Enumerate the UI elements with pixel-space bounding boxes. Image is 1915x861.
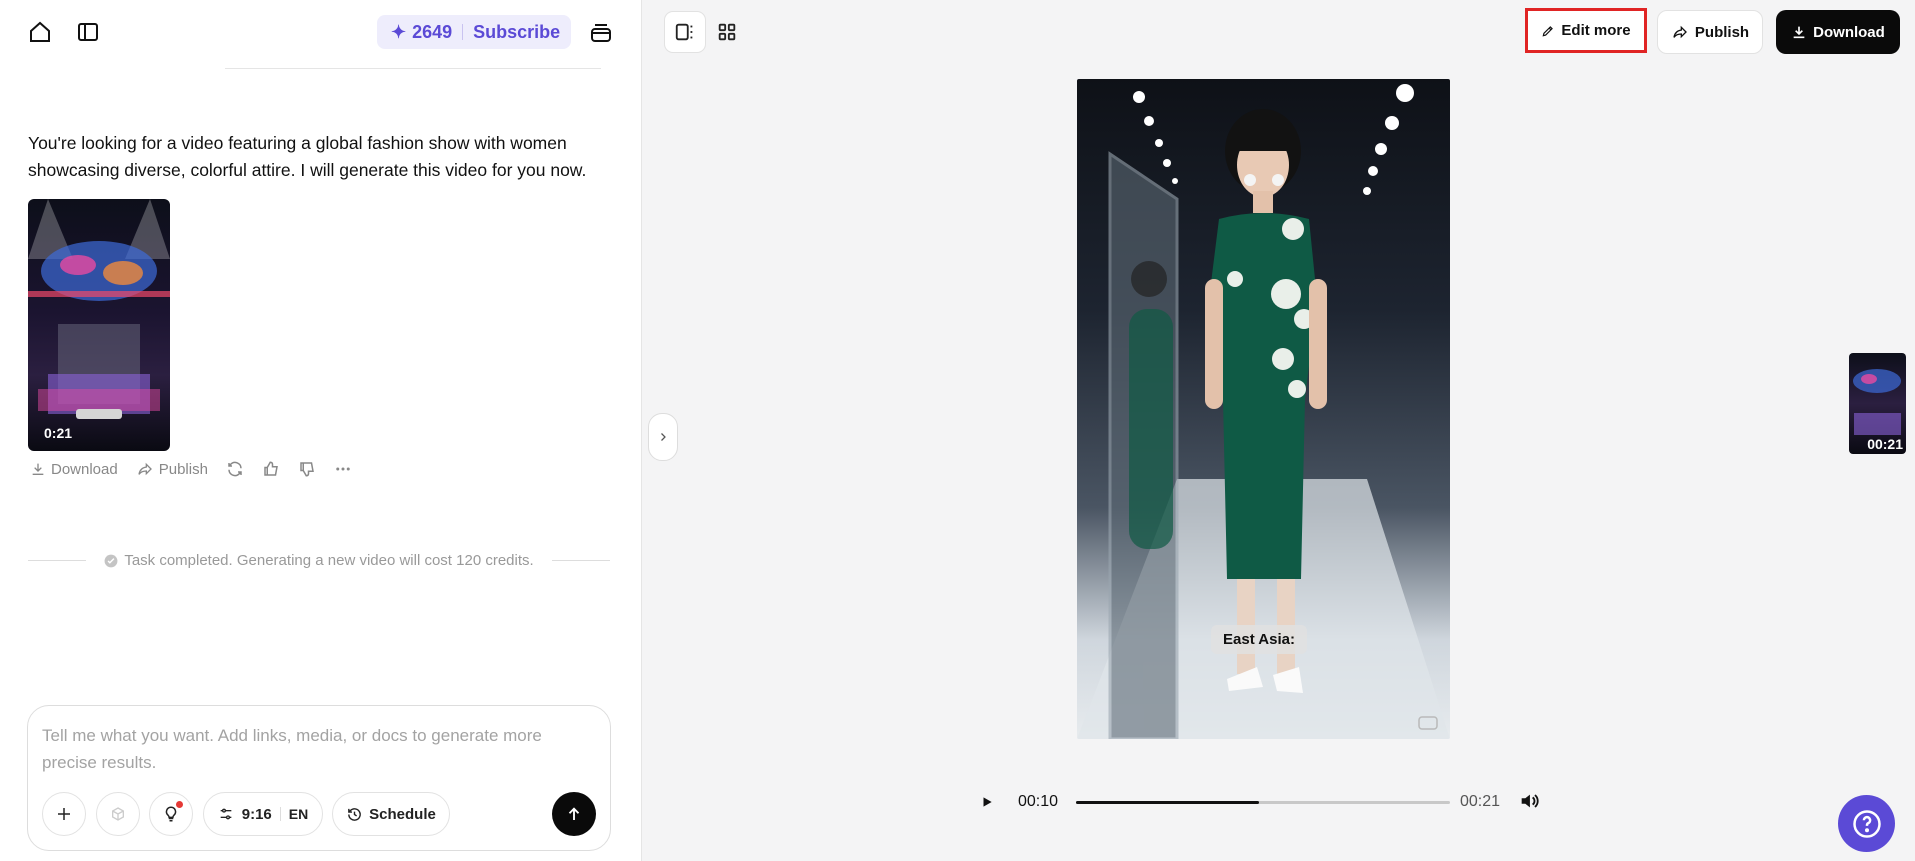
pencil-icon [1542, 25, 1554, 36]
download-action[interactable]: Download [30, 461, 118, 478]
side-thumbnail-duration: 00:21 [1867, 436, 1903, 452]
thumbnail-duration: 0:21 [44, 425, 73, 441]
play-icon [983, 797, 992, 807]
total-duration: 00:21 [1460, 793, 1501, 810]
progress-bar[interactable] [1076, 801, 1450, 804]
video-thumbnail[interactable]: 0:21 [28, 199, 170, 451]
sparkle-icon: ✦ [391, 21, 407, 42]
sidebar-toggle-icon[interactable] [74, 18, 102, 46]
more-options-icon[interactable] [334, 460, 352, 478]
notification-dot [176, 801, 183, 808]
aspect-ratio-value: 9:16 [241, 805, 272, 823]
grid-icon [718, 23, 736, 41]
add-attachment-button[interactable] [42, 792, 86, 836]
help-button[interactable] [1838, 795, 1895, 852]
publish-action[interactable]: Publish [136, 461, 208, 478]
publish-button[interactable]: Publish [1657, 10, 1763, 54]
credits-count: 2649 [412, 21, 453, 42]
sliders-icon [220, 808, 232, 820]
progress-fill [1076, 801, 1260, 804]
question-icon [1852, 809, 1881, 838]
status-divider: Task completed. Generating a new video w… [28, 552, 610, 569]
prompt-input[interactable]: Tell me what you want. Add links, media,… [42, 722, 582, 776]
status-text: Task completed. Generating a new video w… [124, 552, 534, 569]
current-time: 00:10 [1018, 793, 1059, 810]
send-button[interactable] [552, 792, 596, 836]
layout-panel-icon [675, 23, 693, 41]
separator [279, 807, 281, 821]
assistant-message: You're looking for a video featuring a g… [28, 133, 587, 180]
check-circle-icon [104, 554, 118, 567]
subscribe-link[interactable]: Subscribe [473, 22, 560, 43]
prompt-composer[interactable]: Tell me what you want. Add links, media,… [27, 705, 611, 851]
ideas-button[interactable] [149, 792, 193, 836]
divider [225, 68, 601, 69]
settings-button[interactable]: 9:16 EN [203, 792, 323, 836]
thumbs-down-icon[interactable] [298, 460, 316, 478]
separator [462, 24, 464, 40]
status-row: Task completed. Generating a new video w… [86, 552, 551, 569]
publish-label: Publish [158, 460, 208, 478]
thumbs-up-icon[interactable] [262, 460, 280, 478]
arrow-up-icon [568, 807, 580, 820]
play-button[interactable] [975, 790, 999, 814]
video-preview[interactable]: East Asia: [1077, 79, 1450, 739]
share-arrow-icon [1673, 25, 1687, 39]
credits-pill[interactable]: ✦ 2649 Subscribe [377, 15, 571, 49]
plus-icon [58, 808, 70, 820]
download-icon [1793, 26, 1805, 39]
message-actions: Download Publish [30, 460, 370, 478]
volume-button[interactable] [1518, 790, 1540, 817]
schedule-label: Schedule [369, 805, 436, 823]
video-subtitle: East Asia: [1211, 625, 1307, 654]
video-player-controls: 00:10 00:21 [975, 787, 1545, 817]
cube-icon [112, 807, 124, 821]
divider-line-left [28, 560, 87, 561]
download-label: Download [1813, 23, 1885, 41]
side-video-thumbnail[interactable]: 00:21 [1849, 353, 1906, 454]
expand-panel-button[interactable] [648, 413, 678, 461]
language-value: EN [288, 806, 309, 822]
divider-line-right [551, 560, 610, 561]
regenerate-icon[interactable] [226, 460, 244, 478]
volume-icon [1521, 794, 1539, 808]
history-stack-icon[interactable] [587, 18, 615, 46]
home-icon[interactable] [26, 18, 54, 46]
chat-panel: ✦ 2649 Subscribe You're looking for a vi… [0, 0, 642, 861]
grid-view-button[interactable] [706, 11, 748, 53]
chevron-right-icon [661, 433, 666, 441]
cube-button[interactable] [96, 792, 140, 836]
publish-label: Publish [1694, 23, 1750, 41]
share-arrow-icon [138, 462, 152, 476]
clock-history-icon [348, 807, 362, 821]
edit-more-label: Edit more [1561, 22, 1631, 39]
download-label: Download [51, 460, 118, 478]
edit-more-button[interactable]: Edit more [1525, 8, 1647, 53]
single-view-button[interactable] [664, 11, 706, 53]
download-button[interactable]: Download [1776, 10, 1900, 54]
download-icon [32, 463, 44, 475]
schedule-button[interactable]: Schedule [332, 792, 450, 836]
